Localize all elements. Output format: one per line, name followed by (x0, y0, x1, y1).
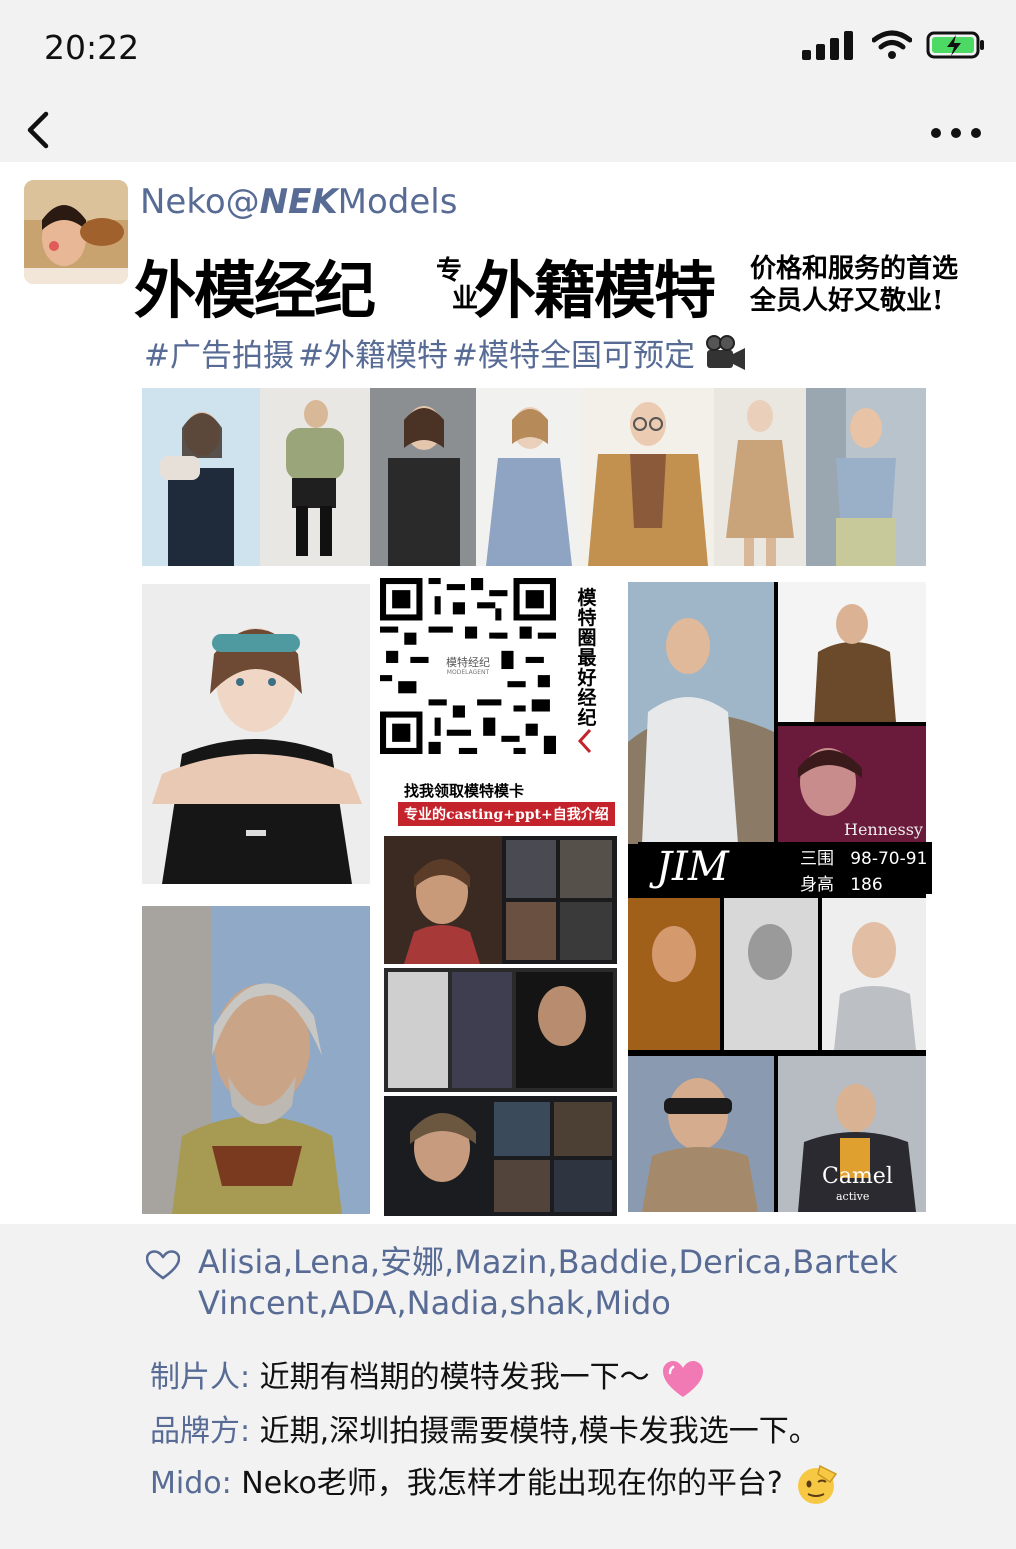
photo-model-5 (582, 388, 714, 566)
qr-side-text: 模特圈最好经纪 (577, 587, 597, 729)
moment-post: Neko@NEKModels 外模经纪 专 业 外籍模特 价格和服务的首选 全员… (0, 162, 1016, 1224)
jim-stat-2-value: 186 (850, 875, 883, 895)
comment-1-text: 近期有档期的模特发我一下～ (259, 1360, 650, 1395)
photo-headband-model (142, 584, 370, 884)
hashtag-row: #广告拍摄 #外籍模特 #模特全国可预定 (144, 330, 747, 375)
jim-stat-2-label: 身高 (800, 875, 834, 895)
headline-part-1: 外模经纪 (134, 254, 376, 327)
status-bar: 20:22 (0, 0, 1016, 100)
likes-list: Alisia,Lena,安娜,Mazin,Baddie,Derica,Barte… (146, 1242, 956, 1324)
photo-gray-haired-model (142, 906, 370, 1214)
saluting-face-emoji (798, 1464, 838, 1504)
headline-right-2: 全员人好又敬业! (750, 286, 944, 316)
sparkling-heart-emoji (663, 1360, 704, 1397)
photo-model-3 (370, 388, 476, 566)
comments-section: Alisia,Lena,安娜,Mazin,Baddie,Derica,Barte… (0, 1224, 1016, 1549)
comment-3-author[interactable]: Mido: (150, 1466, 232, 1501)
qr-cta-text: 找我领取模特模卡 (404, 782, 525, 800)
status-icons (802, 30, 986, 60)
hennessy-label: Hennessy (844, 820, 923, 839)
comment-1-author[interactable]: 制片人: (150, 1360, 250, 1395)
movie-camera-icon (705, 334, 745, 370)
likes-names[interactable]: Alisia,Lena,安娜,Mazin,Baddie,Derica,Barte… (146, 1242, 956, 1324)
photo-model-1 (142, 388, 260, 566)
comment-3-text: Neko老师，我怎样才能出现在你的平台? (241, 1466, 783, 1501)
heart-icon (146, 1250, 180, 1280)
wifi-icon (872, 30, 912, 59)
camel-sub-label: active (836, 1190, 870, 1203)
photo-model-6 (714, 388, 806, 566)
qr-cta-subtext: 专业的casting+ppt+自我介绍 (398, 802, 615, 826)
comment-1[interactable]: 制片人: 近期有档期的模特发我一下～ (150, 1352, 705, 1399)
hashtag-foreign-model[interactable]: #外籍模特 (298, 330, 448, 375)
signal-icon (802, 31, 853, 60)
model-card-collage (384, 832, 617, 1216)
comment-3[interactable]: Mido: Neko老师，我怎样才能出现在你的平台? (150, 1458, 840, 1506)
author-name[interactable]: Neko@NEKModels (140, 182, 457, 222)
chevron-left-icon[interactable] (20, 108, 64, 152)
jim-name: JIM (656, 844, 729, 890)
post-image[interactable]: 模特经纪 MODELAGENT 模特圈最好经纪 找我领取模特模卡 专业的cast… (142, 388, 932, 1216)
photo-model-2 (260, 388, 370, 566)
hashtag-ad-shoot[interactable]: #广告拍摄 (144, 330, 294, 375)
hashtag-nationwide-booking[interactable]: #模特全国可预定 (452, 330, 695, 375)
author-brand: NEK (259, 182, 338, 222)
more-dots-icon[interactable] (926, 118, 986, 148)
comment-2-author[interactable]: 品牌方: (150, 1414, 250, 1449)
model-card-jim: Hennessy Camel active (628, 582, 926, 1212)
qr-center-sub: MODELAGENT (446, 669, 490, 676)
avatar[interactable] (24, 180, 128, 284)
qr-center-label: 模特经纪 (446, 656, 490, 669)
headline-zhuan: 专 (436, 256, 463, 286)
author-suffix: Models (337, 182, 458, 222)
nav-bar (0, 100, 1016, 162)
battery-charging-icon (926, 31, 984, 59)
red-chevron-icon (577, 728, 592, 754)
author-prefix: Neko@ (140, 182, 260, 222)
headline-right-1: 价格和服务的首选 (750, 254, 959, 284)
photo-model-4 (476, 388, 582, 566)
jim-stat-2: 身高 186 (800, 870, 883, 895)
post-headline: 外模经纪 专 业 外籍模特 价格和服务的首选 全员人好又敬业! (134, 244, 974, 327)
comment-2[interactable]: 品牌方: 近期,深圳拍摄需要模特,模卡发我选一下。 (150, 1406, 819, 1450)
headline-part-2: 外籍模特 (474, 254, 716, 327)
jim-stat-1-label: 三围 (800, 849, 834, 869)
jim-stat-1-value: 98-70-91 (850, 849, 928, 869)
comment-2-text: 近期,深圳拍摄需要模特,模卡发我选一下。 (259, 1414, 819, 1449)
jim-stat-1: 三围 98-70-91 (800, 844, 927, 869)
jim-info-bar: JIM 三围 98-70-91 身高 186 (638, 842, 932, 895)
status-time: 20:22 (44, 28, 140, 67)
photo-model-7 (806, 388, 926, 566)
camel-label: Camel (822, 1164, 893, 1189)
